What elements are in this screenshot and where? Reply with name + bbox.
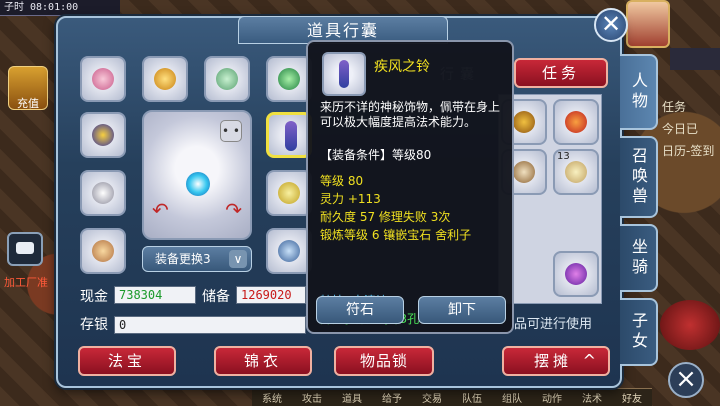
equip-slot-necklace[interactable]: [142, 56, 188, 102]
tab-children[interactable]: 子女: [620, 298, 658, 366]
rotate-left-icon[interactable]: ↶: [152, 198, 169, 222]
item-quantity: 13: [557, 151, 570, 162]
unequip-button[interactable]: 卸下: [418, 296, 506, 324]
tooltip-item-name: 疾风之铃: [374, 59, 430, 75]
stat-spirit: 灵力 +113: [320, 192, 381, 206]
deposit-label: 存银: [80, 317, 108, 333]
tooltip-item-icon: [322, 52, 366, 96]
stat-durability: 耐久度 57 修理失败 3次: [320, 210, 451, 224]
fabao-button[interactable]: 法宝: [78, 346, 176, 376]
status-icons: [670, 48, 720, 70]
hotbar-action[interactable]: 动作: [532, 390, 572, 405]
status-text: 加工厂准: [4, 276, 48, 289]
armor-icon: [278, 182, 300, 204]
hotbar-attack[interactable]: 攻击: [292, 390, 332, 405]
usage-hint: 品可进行使用: [514, 317, 593, 332]
equip-slot-ring[interactable]: [80, 170, 126, 216]
stall-label: 摆摊: [534, 352, 573, 370]
equipment-swap-label: 装备更换3: [155, 252, 211, 266]
hotbar-give[interactable]: 给予: [372, 390, 412, 405]
bag-slot[interactable]: [553, 251, 599, 297]
bell-icon: [285, 121, 297, 151]
hotbar-system[interactable]: 系统: [252, 390, 292, 405]
close-x-icon[interactable]: ×: [668, 362, 704, 398]
cash-label: 现金: [80, 289, 108, 305]
hotbar-item[interactable]: 道具: [332, 390, 372, 405]
equip-slot-weapon[interactable]: [80, 112, 126, 158]
time-period: 子时: [4, 2, 24, 13]
fushi-button[interactable]: 符石: [316, 296, 404, 324]
character-preview: • • ↶ ↷: [142, 110, 252, 240]
tab-summon[interactable]: 召唤兽: [620, 136, 658, 218]
task-tracker[interactable]: 任务 今日已 日历-签到: [662, 96, 720, 162]
chat-icon[interactable]: [7, 232, 43, 266]
stall-button[interactable]: 摆摊 ^: [502, 346, 610, 376]
equip-slot-belt[interactable]: [80, 228, 126, 274]
fan-icon: [513, 111, 535, 133]
time-bar: 子时 08:01:00: [0, 0, 120, 16]
equip-slot-jade[interactable]: [204, 56, 250, 102]
dumpling-icon: [565, 161, 587, 183]
task-button[interactable]: 任务: [514, 58, 608, 88]
hotbar: 系统 攻击 道具 给予 交易 队伍 组队 动作 法术 好友: [252, 388, 652, 406]
bag-slot[interactable]: [553, 99, 599, 145]
tab-character[interactable]: 人物: [620, 54, 658, 130]
event-icon[interactable]: [660, 300, 720, 350]
spirit-orb-icon: [186, 172, 210, 196]
equipment-swap-dropdown[interactable]: 装备更换3 ∨: [142, 246, 252, 272]
deposit-value: 0: [114, 316, 306, 334]
ring-icon: [92, 182, 114, 204]
reserve-label: 储备: [202, 289, 230, 305]
bag-slot[interactable]: 13: [553, 149, 599, 195]
close-button[interactable]: ✕: [594, 8, 628, 42]
boots-icon: [278, 240, 300, 262]
flower-icon: [92, 68, 114, 90]
player-avatar[interactable]: [626, 0, 670, 48]
recharge-button[interactable]: 充值: [8, 66, 48, 110]
tab-mount[interactable]: 坐骑: [620, 224, 658, 292]
necklace-icon: [154, 68, 176, 90]
belt-icon: [92, 240, 114, 262]
bracelet-icon: [278, 68, 300, 90]
tooltip-stats: 等级 80 灵力 +113 耐久度 57 修理失败 3次 锻炼等级 6 镶嵌宝石…: [320, 172, 510, 244]
tooltip-requirement: 【装备条件】等级80: [320, 148, 432, 162]
hotbar-spell[interactable]: 法术: [572, 390, 612, 405]
reserve-value: 1269020: [236, 286, 306, 304]
item-lock-button[interactable]: 物品锁: [334, 346, 434, 376]
bell-icon: [339, 60, 349, 88]
recharge-label: 充值: [17, 97, 39, 110]
item-tooltip: 疾风之铃 来历不详的神秘饰物，佩带在身上可以极大幅度提高法术能力。 【装备条件】…: [306, 40, 514, 334]
tooltip-description: 来历不详的神秘饰物，佩带在身上可以极大幅度提高法术能力。: [320, 100, 501, 129]
hotbar-trade[interactable]: 交易: [412, 390, 452, 405]
bowl-icon: [513, 161, 535, 183]
task-tracker-line2: 日历-签到: [662, 144, 715, 158]
jinyi-button[interactable]: 锦衣: [214, 346, 312, 376]
task-tracker-line1: 今日已: [662, 122, 699, 136]
hotbar-friend[interactable]: 好友: [612, 390, 652, 405]
fan-icon: [565, 111, 587, 133]
clock-time: 08:01:00: [30, 2, 79, 13]
task-tracker-title: 任务: [662, 100, 687, 114]
stat-level: 等级 80: [320, 174, 364, 188]
chevron-down-icon: ∨: [229, 250, 247, 268]
rotate-right-icon[interactable]: ↷: [225, 198, 242, 222]
hotbar-team[interactable]: 队伍: [452, 390, 492, 405]
chevron-up-icon: ^: [582, 351, 600, 370]
jade-icon: [216, 68, 238, 90]
emote-face-icon[interactable]: • •: [220, 120, 242, 142]
hotbar-group[interactable]: 组队: [492, 390, 532, 405]
equip-slot-hat[interactable]: [80, 56, 126, 102]
stat-forging: 锻炼等级 6 镶嵌宝石 舍利子: [320, 228, 472, 242]
weapon-icon: [92, 124, 114, 146]
whip-icon: [565, 263, 587, 285]
cash-value: 738304: [114, 286, 196, 304]
